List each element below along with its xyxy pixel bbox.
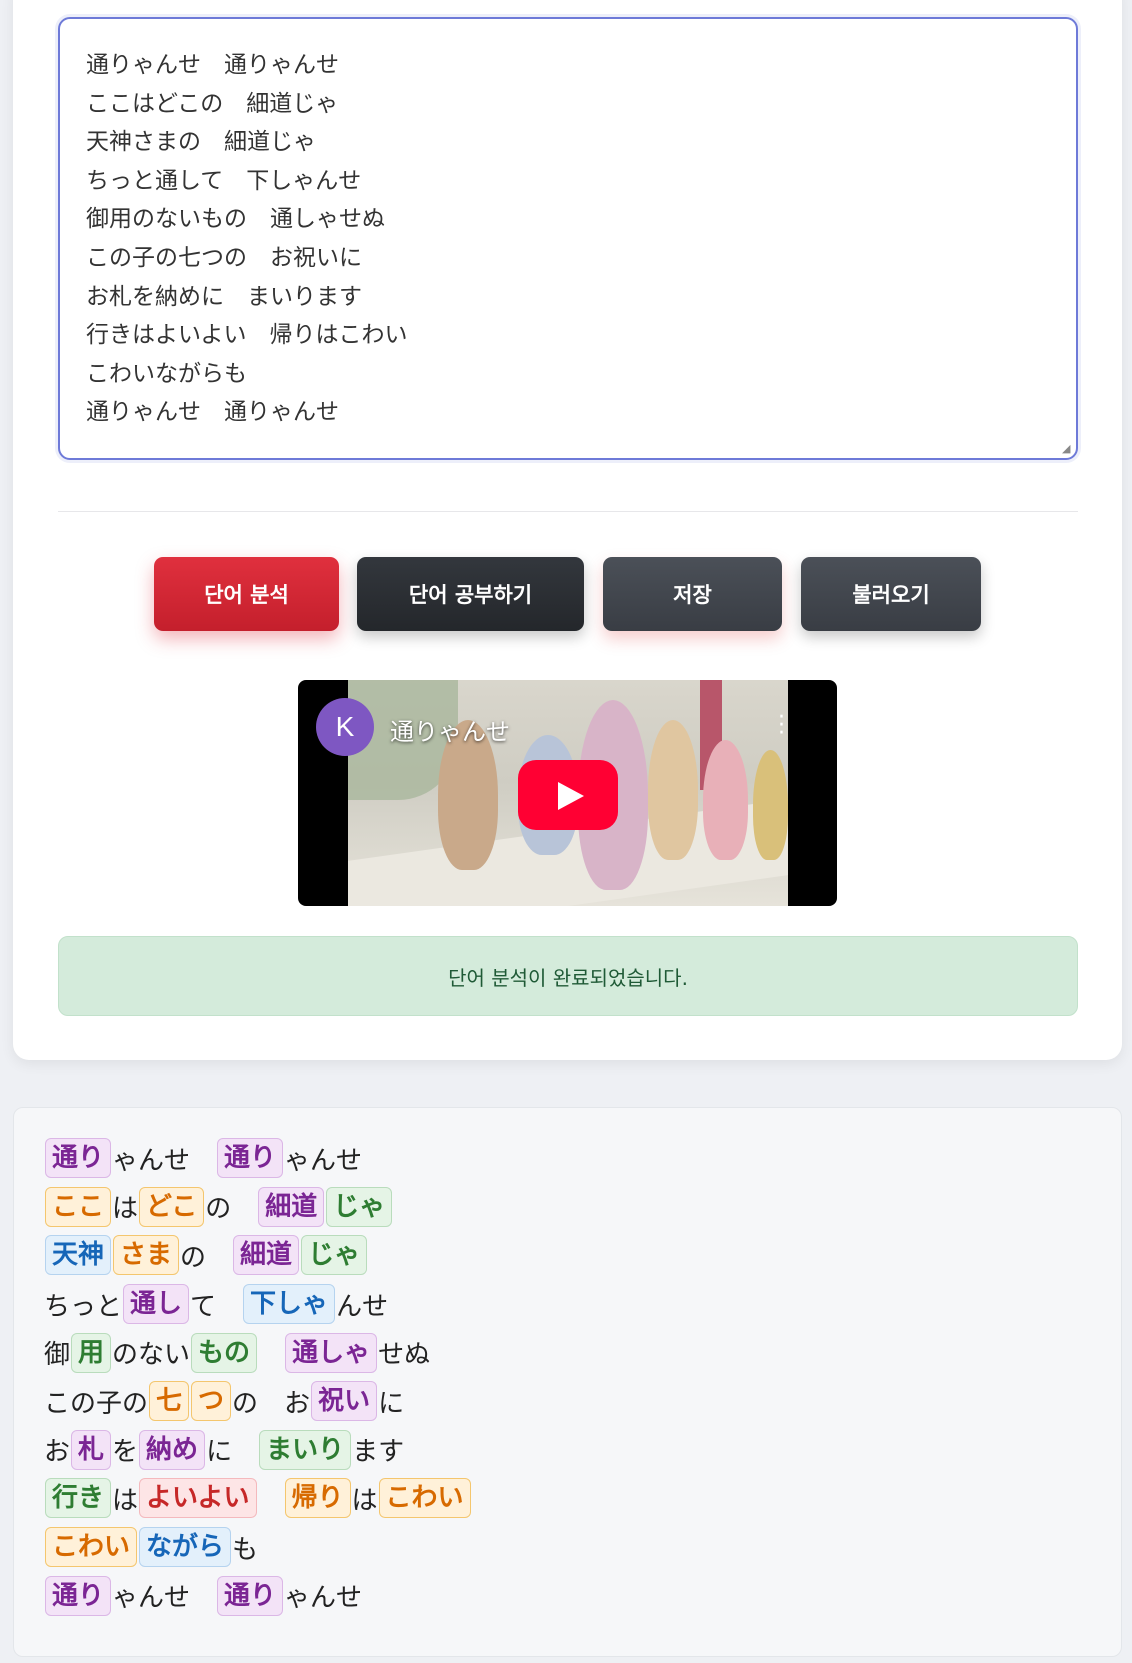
result-line: この子の七つのお祝いに — [44, 1377, 1091, 1426]
plain-text: に — [206, 1437, 233, 1468]
study-words-button[interactable]: 단어 공부하기 — [357, 557, 584, 631]
word-token[interactable]: 細道 — [258, 1186, 325, 1227]
plain-text: 御 — [44, 1340, 71, 1371]
result-line: 天神 さまの細道 じゃ — [44, 1231, 1091, 1280]
analyze-words-button[interactable]: 단어 분석 — [154, 557, 339, 631]
word-token[interactable]: 帰り — [284, 1478, 351, 1519]
video-title[interactable]: 通りゃんせ — [390, 712, 510, 747]
word-token[interactable]: つ — [191, 1381, 232, 1422]
plain-text: んせ — [336, 1291, 389, 1322]
word-token[interactable]: どこ — [139, 1186, 205, 1227]
load-button[interactable]: 불러오기 — [801, 557, 981, 631]
word-token[interactable]: ここ — [45, 1186, 112, 1227]
plain-text: も — [232, 1534, 259, 1565]
word-token[interactable]: 通り — [45, 1138, 112, 1179]
word-token[interactable]: 祝い — [311, 1381, 378, 1422]
word-token[interactable]: まいり — [259, 1429, 352, 1470]
plain-text: ゃんせ — [112, 1145, 191, 1176]
word-token[interactable]: 用 — [71, 1332, 112, 1373]
word-token[interactable]: 七 — [149, 1381, 190, 1422]
word-token[interactable]: さま — [113, 1235, 180, 1276]
word-token[interactable]: 天神 — [45, 1235, 112, 1276]
plain-text: のない — [112, 1340, 191, 1371]
plain-text: お — [44, 1437, 71, 1468]
plain-text: ゃんせ — [112, 1583, 191, 1614]
word-token[interactable]: 行き — [45, 1478, 112, 1519]
alert-message: 단어 분석이 완료되었습니다. — [448, 965, 688, 990]
more-options-icon[interactable]: · · · — [778, 707, 785, 745]
word-token[interactable]: 通し — [123, 1284, 190, 1325]
plain-text: の — [180, 1242, 207, 1273]
plain-text: の — [232, 1388, 259, 1419]
word-token[interactable]: 通り — [217, 1138, 284, 1179]
plain-text: ゃんせ — [284, 1145, 363, 1176]
plain-text: を — [112, 1437, 139, 1468]
word-token[interactable]: よいよい — [139, 1478, 257, 1519]
word-token[interactable]: 細道 — [233, 1235, 300, 1276]
lyrics-textarea[interactable]: 通りゃんせ 通りゃんせ ここはどこの 細道じゃ 天神さまの 細道じゃ ちっと通し… — [58, 17, 1078, 460]
word-token[interactable]: ながら — [139, 1527, 232, 1568]
divider — [58, 511, 1078, 512]
word-token[interactable]: こわい — [45, 1527, 138, 1568]
word-token[interactable]: こわい — [378, 1478, 471, 1519]
word-token[interactable]: 納め — [139, 1429, 206, 1470]
result-line: こわい ながらも — [44, 1523, 1091, 1572]
result-line: 通り ゃんせ 通り ゃんせ — [44, 1571, 1091, 1620]
analysis-result-panel: 通り ゃんせ 通り ゃんせ ここはどこの細道 じゃ 天神 さまの細道 じゃ ちっと 通して下しゃ んせ… — [13, 1107, 1122, 1657]
success-alert: 단어 분석이 완료되었습니다. — [58, 936, 1078, 1016]
word-token[interactable]: 札 — [71, 1429, 112, 1470]
result-line: 通り ゃんせ 通り ゃんせ — [44, 1134, 1091, 1183]
word-token[interactable]: 下しゃ — [243, 1284, 336, 1325]
result-line: 御用のない もの 通しゃ せぬ — [44, 1328, 1091, 1377]
word-token[interactable]: 通しゃ — [285, 1332, 378, 1373]
plain-text: ます — [352, 1437, 405, 1468]
play-icon[interactable] — [518, 760, 618, 830]
plain-text: の — [205, 1194, 232, 1225]
plain-text: て — [190, 1291, 217, 1322]
plain-text: は — [351, 1485, 378, 1516]
plain-text: ちっと — [44, 1291, 123, 1322]
result-line: ちっと 通して下しゃ んせ — [44, 1280, 1091, 1329]
youtube-video-embed[interactable]: K 通りゃんせ · · · — [298, 680, 837, 906]
resize-handle-icon[interactable]: ◢ — [1062, 443, 1074, 455]
channel-avatar[interactable]: K — [316, 698, 374, 756]
result-line: 行きはよいよい 帰りはこわい — [44, 1474, 1091, 1523]
result-line: ここはどこの細道 じゃ — [44, 1183, 1091, 1232]
word-token[interactable]: もの — [191, 1332, 258, 1373]
word-token[interactable]: じゃ — [301, 1235, 368, 1276]
plain-text: せぬ — [378, 1340, 431, 1371]
word-token[interactable]: じゃ — [326, 1186, 393, 1227]
plain-text: ゃんせ — [284, 1583, 363, 1614]
word-token[interactable]: 通り — [45, 1575, 112, 1616]
plain-text: お — [284, 1388, 311, 1419]
save-button[interactable]: 저장 — [603, 557, 782, 631]
result-line: お札を納めにまいり ます — [44, 1426, 1091, 1475]
word-token[interactable]: 通り — [217, 1575, 284, 1616]
plain-text: この子の — [44, 1388, 149, 1419]
plain-text: は — [112, 1194, 139, 1225]
plain-text: に — [378, 1388, 405, 1419]
plain-text: は — [112, 1485, 139, 1516]
